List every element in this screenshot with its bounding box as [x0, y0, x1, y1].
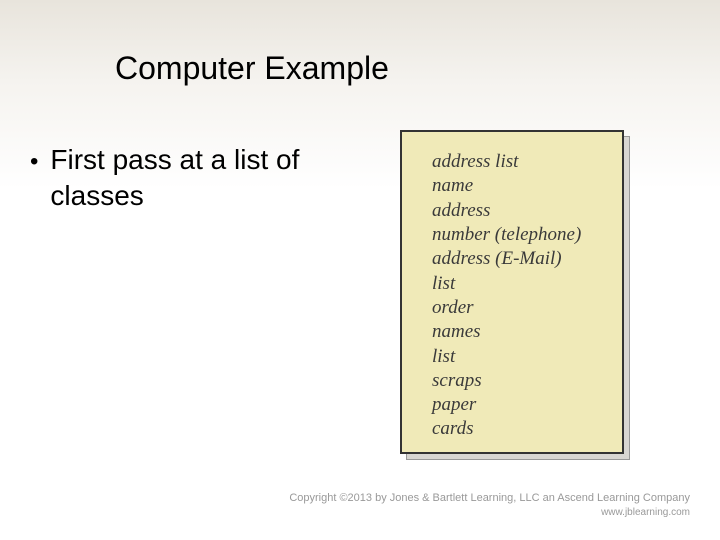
note-paper: address list name address number (teleph…: [400, 130, 624, 454]
note-line: list: [432, 272, 602, 296]
bullet-text: First pass at a list of classes: [50, 142, 370, 215]
note-line: cards: [432, 417, 602, 441]
note-line: order: [432, 296, 602, 320]
note-line: address (E-Mail): [432, 247, 602, 271]
note-line: paper: [432, 393, 602, 417]
bullet-dot-icon: •: [30, 146, 38, 177]
note-line: address list: [432, 150, 602, 174]
note-line: name: [432, 174, 602, 198]
note-card: address list name address number (teleph…: [400, 130, 630, 460]
footer: Copyright ©2013 by Jones & Bartlett Lear…: [289, 491, 690, 520]
bullet-list: • First pass at a list of classes: [30, 142, 370, 215]
slide-title: Computer Example: [115, 50, 389, 87]
bullet-item: • First pass at a list of classes: [30, 142, 370, 215]
note-line: address: [432, 199, 602, 223]
copyright-text: Copyright ©2013 by Jones & Bartlett Lear…: [289, 491, 690, 506]
note-line: scraps: [432, 369, 602, 393]
note-line: number (telephone): [432, 223, 602, 247]
note-line: names: [432, 320, 602, 344]
note-line: list: [432, 345, 602, 369]
footer-url: www.jblearning.com: [289, 506, 690, 520]
